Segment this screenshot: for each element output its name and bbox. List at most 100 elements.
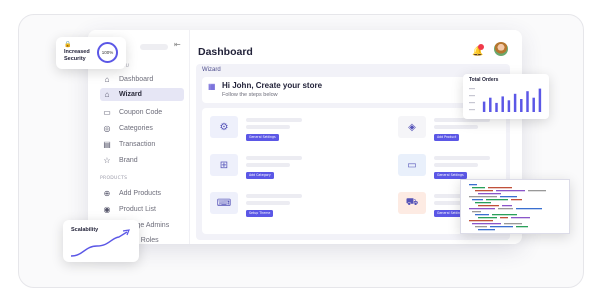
lock-icon: 🔒: [64, 42, 72, 48]
notification-dot: [478, 44, 484, 50]
text-placeholder: [246, 194, 302, 198]
sidebar-item-label: Coupon Code: [119, 109, 163, 116]
text-placeholder: [434, 156, 490, 160]
sidebar-item-wizard[interactable]: ⌂ Wizard: [100, 88, 184, 101]
document-icon: ▤: [103, 140, 111, 149]
security-line1: Increased: [64, 49, 90, 55]
code-line: [475, 190, 493, 192]
security-badge: 🔒 Increased Security 100%: [56, 37, 126, 69]
store-icon: ▦: [208, 82, 216, 91]
sidebar-item-categories[interactable]: ◎ Categories: [100, 122, 184, 135]
wizard-label: Wizard: [202, 67, 221, 73]
text-placeholder: [246, 118, 302, 122]
step-button[interactable]: General Settings: [434, 172, 467, 179]
coupon-icon: ▭: [103, 108, 111, 117]
truck-icon: ⛟: [398, 192, 426, 214]
step-button[interactable]: Add Product: [434, 134, 460, 141]
step-button[interactable]: Add Category: [246, 172, 274, 179]
sidebar-item-add-products[interactable]: ⊕ Add Products: [100, 187, 184, 200]
code-line: [488, 187, 512, 189]
orders-chart: [469, 88, 542, 112]
order-bar: [507, 100, 511, 112]
code-line: [490, 226, 513, 228]
grid-icon: ⊞: [210, 154, 238, 176]
user-avatar[interactable]: [494, 42, 508, 56]
code-line: [478, 217, 497, 219]
sidebar-item-label: Add Products: [119, 190, 162, 197]
app-window: ⇤ MAIN MENU ⌂Dashboard⌂Wizard▭Coupon Cod…: [88, 30, 522, 244]
order-bar: [538, 88, 542, 112]
code-line: [478, 229, 495, 231]
sidebar-item-label: Wizard: [119, 91, 142, 98]
order-bar: [495, 102, 498, 112]
text-placeholder: [246, 201, 290, 205]
collapse-left-icon[interactable]: ⇤: [174, 40, 181, 49]
code-line: [500, 196, 517, 198]
code-line: [478, 193, 501, 195]
code-line: [511, 199, 522, 201]
sidebar-item-label: Transaction: [119, 141, 156, 148]
order-bar: [482, 101, 486, 112]
greeting-title: Hi John, Create your store: [222, 81, 323, 90]
code-line: [469, 196, 497, 198]
code-line: [511, 217, 530, 219]
code-line: [516, 226, 528, 228]
code-line: [475, 202, 491, 204]
keyboard-icon: ⌨: [210, 192, 238, 214]
progress-ring: 100%: [97, 42, 118, 63]
sidebar-item-product-list[interactable]: ◉ Product List: [100, 203, 184, 216]
code-line: [504, 223, 522, 225]
code-line: [472, 223, 501, 225]
home-icon: ⌂: [104, 75, 110, 84]
code-lines: [469, 184, 546, 231]
sidebar-item-label: Categories: [119, 125, 153, 132]
code-line: [469, 220, 493, 222]
settings-icon: ⚙: [210, 116, 238, 138]
add-circle-icon: ⊕: [103, 189, 111, 198]
home-icon: ⌂: [104, 90, 110, 99]
code-line: [502, 205, 512, 207]
text-placeholder: [246, 156, 302, 160]
progress-value: 100%: [101, 50, 114, 55]
greeting-card: ▦ Hi John, Create your store Follow the …: [202, 77, 506, 103]
order-bar: [532, 97, 535, 112]
logo-placeholder: [140, 44, 168, 50]
axis-tick-placeholder: [469, 95, 475, 97]
step-button[interactable]: Setup Theme: [246, 210, 274, 217]
section-products: PRODUCTS: [100, 176, 128, 181]
text-placeholder: [434, 163, 478, 167]
box-icon: ◉: [103, 205, 111, 214]
axis-tick-placeholder: [469, 88, 475, 90]
code-line: [528, 190, 546, 192]
order-bar: [520, 99, 523, 112]
code-line: [500, 217, 508, 219]
code-line: [478, 205, 499, 207]
code-line: [475, 226, 487, 228]
step-button[interactable]: General Settings: [246, 134, 279, 141]
sidebar-item-label: Dashboard: [119, 76, 154, 83]
trend-up-icon: [70, 229, 130, 257]
order-bar: [526, 91, 529, 112]
sidebar-item-transaction[interactable]: ▤ Transaction: [100, 138, 184, 151]
sidebar-item-brand[interactable]: ☆ Brand: [100, 154, 184, 167]
code-line: [492, 214, 517, 216]
code-line: [486, 199, 508, 201]
code-line: [469, 208, 495, 210]
order-bar: [501, 96, 504, 112]
page-title: Dashboard: [198, 46, 253, 58]
code-line: [475, 214, 489, 216]
tag-icon: ◈: [398, 116, 426, 138]
axis-tick-placeholder: [469, 109, 475, 111]
sidebar-item-coupon-code[interactable]: ▭ Coupon Code: [100, 106, 184, 119]
sidebar-item-label: Brand: [119, 157, 138, 164]
order-bar: [513, 93, 517, 112]
code-line: [472, 187, 485, 189]
star-icon: ☆: [103, 156, 111, 165]
greeting-subtitle: Follow the steps below: [222, 92, 278, 98]
sidebar-item-dashboard[interactable]: ⌂ Dashboard: [100, 73, 184, 86]
code-line: [472, 199, 483, 201]
axis-tick-placeholder: [469, 102, 475, 104]
code-line: [469, 184, 477, 186]
text-placeholder: [246, 163, 290, 167]
code-line: [472, 211, 481, 213]
